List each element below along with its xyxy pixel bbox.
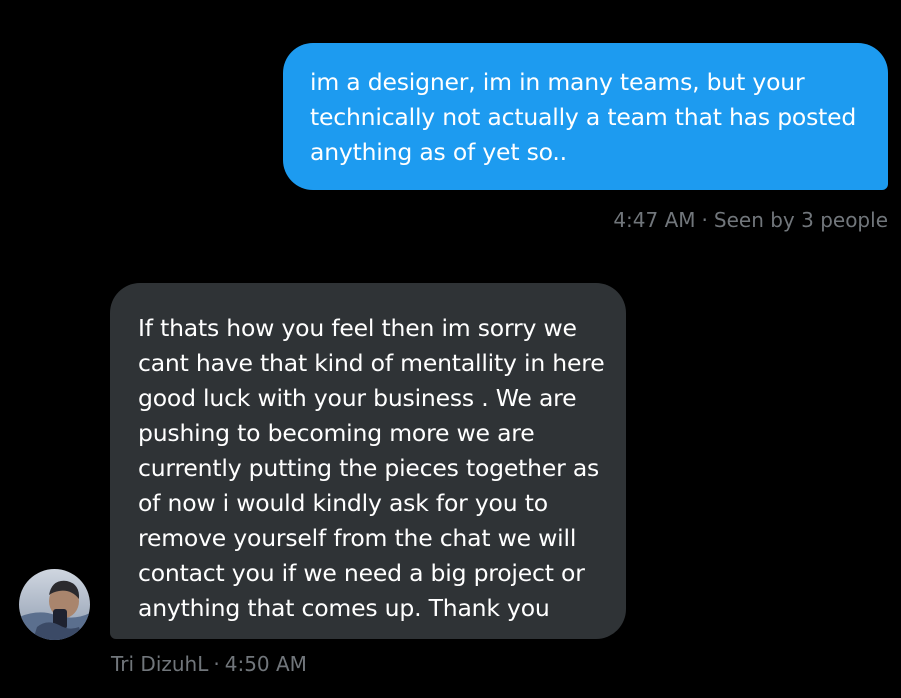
incoming-message-meta: Tri DizuhL · 4:50 AM <box>111 649 307 679</box>
meta-separator: · <box>213 652 220 676</box>
outgoing-message-meta: 4:47 AM · Seen by 3 people <box>613 205 888 235</box>
incoming-message-text: If thats how you feel then im sorry we c… <box>138 314 605 622</box>
sender-name[interactable]: Tri DizuhL <box>111 652 208 676</box>
outgoing-message-text: im a designer, im in many teams, but you… <box>310 68 857 166</box>
seen-status[interactable]: Seen by 3 people <box>714 208 888 232</box>
outgoing-message-time: 4:47 AM <box>613 208 696 232</box>
sender-avatar[interactable] <box>19 569 90 640</box>
meta-separator: · <box>701 208 708 232</box>
incoming-message-bubble[interactable]: If thats how you feel then im sorry we c… <box>110 283 626 639</box>
avatar-photo-icon <box>19 569 90 640</box>
outgoing-message-bubble[interactable]: im a designer, im in many teams, but you… <box>283 43 888 190</box>
incoming-message-time: 4:50 AM <box>224 652 307 676</box>
conversation-view: im a designer, im in many teams, but you… <box>0 0 901 698</box>
